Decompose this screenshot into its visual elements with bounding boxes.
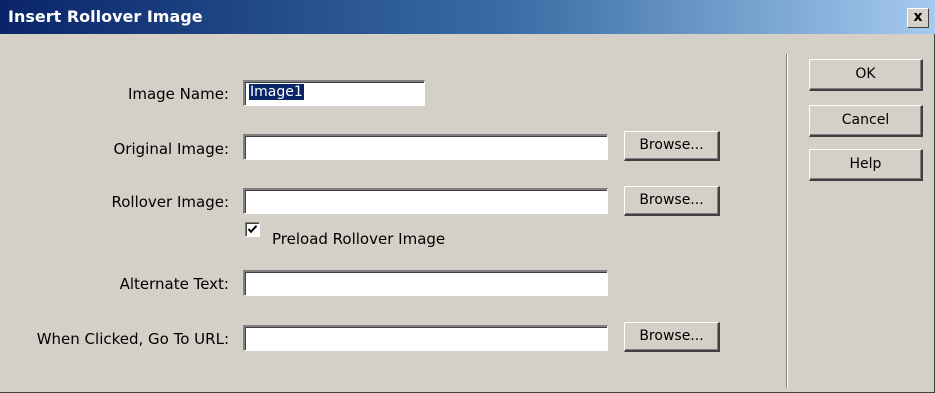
url-input[interactable] [243, 325, 608, 351]
original-image-browse-button[interactable]: Browse... [624, 131, 720, 161]
alternate-text-input[interactable] [243, 270, 608, 296]
rollover-image-input[interactable] [243, 188, 608, 214]
close-button[interactable]: x [907, 8, 929, 28]
preload-rollover-checkbox[interactable] [245, 222, 260, 237]
rollover-image-browse-button[interactable]: Browse... [624, 186, 720, 216]
image-name-value: Image1 [249, 84, 304, 100]
cancel-button[interactable]: Cancel [809, 105, 923, 137]
title-bar[interactable]: Insert Rollover Image x [0, 0, 935, 34]
url-browse-button[interactable]: Browse... [624, 322, 720, 352]
insert-rollover-image-dialog: Insert Rollover Image x Image Name: Imag… [0, 0, 935, 393]
ok-button[interactable]: OK [809, 59, 923, 91]
alternate-text-label: Alternate Text: [119, 275, 229, 293]
help-button[interactable]: Help [809, 149, 923, 181]
checkmark-icon [247, 225, 258, 234]
image-name-label: Image Name: [127, 85, 229, 103]
dialog-title: Insert Rollover Image [8, 7, 203, 26]
url-label: When Clicked, Go To URL: [36, 330, 229, 348]
image-name-input[interactable]: Image1 [243, 80, 425, 106]
close-icon: x [913, 9, 923, 25]
vertical-divider [786, 54, 788, 388]
preload-rollover-label[interactable]: Preload Rollover Image [272, 230, 445, 248]
rollover-image-label: Rollover Image: [111, 193, 229, 211]
original-image-label: Original Image: [113, 140, 230, 158]
original-image-input[interactable] [243, 134, 608, 160]
